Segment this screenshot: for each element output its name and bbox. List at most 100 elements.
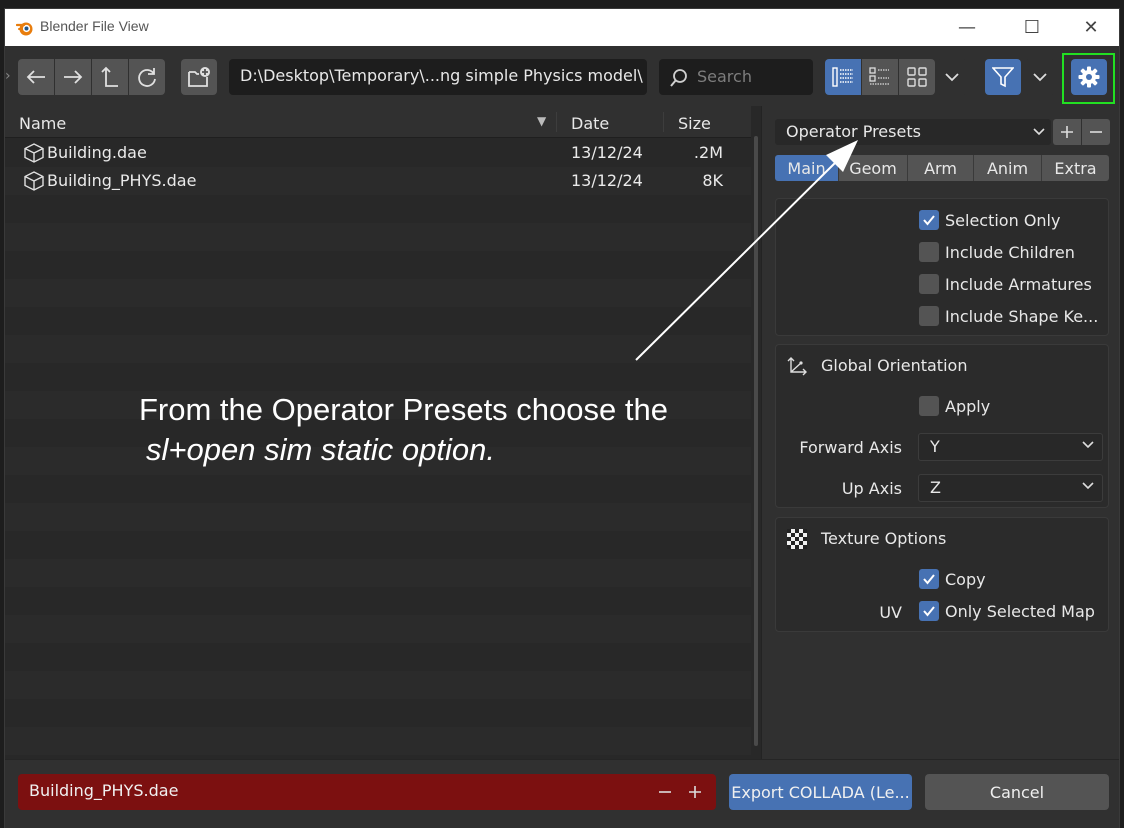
list-view-icon [832,67,853,87]
file-row-building-phys[interactable]: Building_PHYS.dae 13/12/24 8K [5,167,751,195]
options-tabs: Main Geom Arm Anim Extra [775,155,1109,181]
empty-row [5,727,751,755]
sort-descending-icon[interactable]: ▼ [537,114,546,128]
checkbox-unchecked[interactable] [919,274,939,294]
checkbox-checked[interactable] [919,569,939,589]
file-size: .2M [693,143,723,162]
tab-arm[interactable]: Arm [908,155,974,181]
only-selected-map-checkbox[interactable]: Only Selected Map [919,601,1095,621]
thumbnail-view-icon [869,67,889,85]
empty-row [5,363,751,391]
parent-directory-button[interactable] [92,59,128,95]
include-armatures-checkbox[interactable]: Include Armatures [919,274,1092,294]
forward-arrow-icon [64,70,83,84]
close-button[interactable]: ✕ [1062,9,1120,46]
checkbox-checked[interactable] [919,210,939,230]
copy-checkbox[interactable]: Copy [919,569,986,589]
mesh-file-icon [24,143,44,163]
chevron-down-icon [1082,482,1094,490]
selection-only-checkbox[interactable]: Selection Only [919,210,1060,230]
column-divider[interactable] [663,112,664,132]
file-name: Building_PHYS.dae [47,171,197,190]
global-orientation-box: Global Orientation Apply Forward Axis Y … [775,344,1109,508]
collapse-chevron-icon[interactable]: › [5,68,13,88]
empty-row [5,251,751,279]
checkbox-unchecked[interactable] [919,396,939,416]
export-collada-button[interactable]: Export COLLADA (Le... [729,774,912,810]
list-view-button[interactable] [825,59,861,95]
plus-icon [689,786,701,798]
checkmark-icon [923,574,935,585]
up-axis-value: Z [930,478,941,497]
back-button[interactable] [18,59,54,95]
grid-view-button[interactable] [899,59,935,95]
checkbox-unchecked[interactable] [919,242,939,262]
refresh-button[interactable] [129,59,165,95]
tab-extra[interactable]: Extra [1042,155,1109,181]
file-list-scrollbar[interactable] [751,106,761,759]
new-folder-icon [188,67,210,87]
search-input[interactable]: Search [659,59,813,95]
selection-options-box: Selection Only Include Children Include … [775,198,1109,336]
file-row-building[interactable]: Building.dae 13/12/24 .2M [5,139,751,167]
column-divider[interactable] [556,112,557,132]
filename-input[interactable]: Building_PHYS.dae [18,774,716,810]
annotation-line-2: sl+open sim static option. [146,432,495,467]
tab-geom[interactable]: Geom [839,155,908,181]
increment-filename-button[interactable] [688,779,702,804]
display-options-dropdown[interactable] [937,59,967,95]
empty-row [5,671,751,699]
empty-row [5,223,751,251]
include-children-label: Include Children [945,242,1075,262]
add-preset-button[interactable] [1053,119,1081,145]
cancel-button[interactable]: Cancel [925,774,1109,810]
thumbnail-view-button[interactable] [862,59,898,95]
forward-axis-dropdown[interactable]: Y [918,433,1103,461]
title-bar: Blender File View — ☐ ✕ [5,9,1119,46]
checkbox-unchecked[interactable] [919,306,939,326]
forward-button[interactable] [55,59,91,95]
column-header-name[interactable]: Name [19,114,66,133]
tab-anim[interactable]: Anim [974,155,1042,181]
new-folder-button[interactable] [181,59,217,95]
include-shape-keys-label: Include Shape Ke... [945,306,1099,326]
file-name: Building.dae [47,143,147,162]
checkbox-checked[interactable] [919,601,939,621]
filename-value: Building_PHYS.dae [29,781,179,800]
operator-presets-dropdown[interactable]: Operator Presets [775,119,1051,145]
filter-button[interactable] [985,59,1021,95]
maximize-button[interactable]: ☐ [1003,9,1061,46]
apply-label: Apply [945,396,991,416]
remove-preset-button[interactable] [1082,119,1110,145]
tab-main[interactable]: Main [775,155,839,181]
minus-icon [659,791,671,793]
column-header-date[interactable]: Date [571,114,609,133]
filter-icon [992,67,1014,88]
orientation-axes-icon [787,357,807,376]
empty-row [5,699,751,727]
bottom-bar: Building_PHYS.dae Export COLLADA (Le... … [5,759,1119,828]
gear-highlight-box [1062,53,1115,104]
forward-axis-value: Y [930,437,940,456]
global-orientation-title: Global Orientation [821,356,968,375]
empty-row [5,195,751,223]
up-axis-dropdown[interactable]: Z [918,474,1103,502]
plus-icon [1061,126,1073,138]
empty-row [5,279,751,307]
filter-options-dropdown[interactable] [1025,59,1055,95]
apply-checkbox[interactable]: Apply [919,396,990,416]
empty-row [5,587,751,615]
column-header-size[interactable]: Size [678,114,711,133]
blender-logo-icon [16,22,33,36]
include-shape-keys-checkbox[interactable]: Include Shape Ke... [919,306,1098,326]
empty-row [5,643,751,671]
checker-texture-icon [787,529,807,549]
scrollbar-thumb[interactable] [754,136,758,746]
file-list-header: Name ▼ Date Size [5,106,751,138]
include-children-checkbox[interactable]: Include Children [919,242,1075,262]
directory-path-field[interactable]: D:\Desktop\Temporary\...ng simple Physic… [229,59,647,95]
only-selected-map-label: Only Selected Map [945,601,1095,621]
decrement-filename-button[interactable] [658,779,672,804]
chevron-down-icon [945,73,959,82]
minimize-button[interactable]: — [938,9,996,46]
